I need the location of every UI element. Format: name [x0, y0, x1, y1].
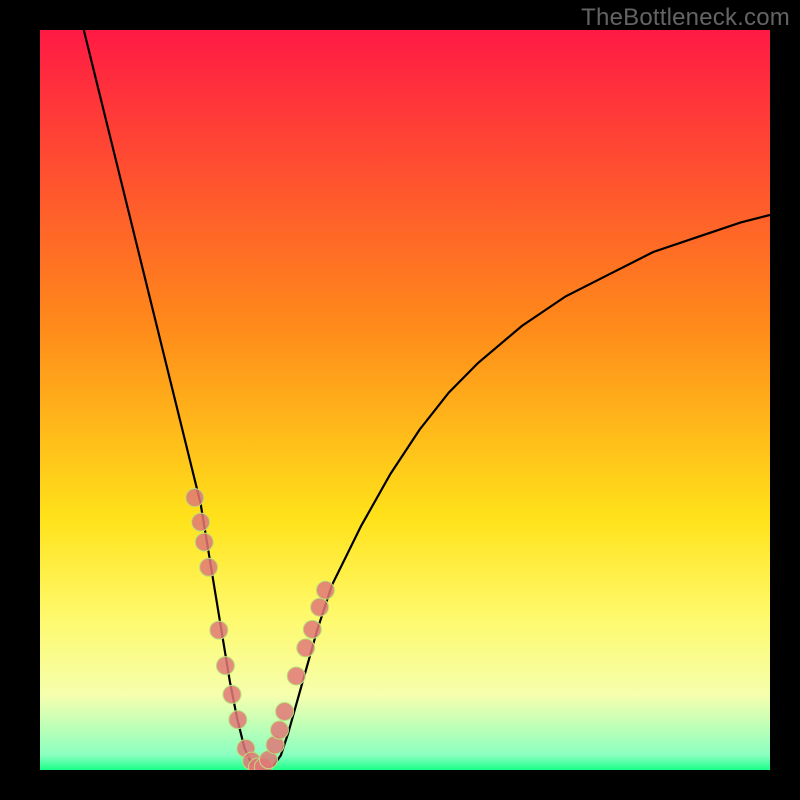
marker-dot [195, 533, 213, 551]
chart-container: { "watermark": "TheBottleneck.com", "col… [0, 0, 800, 800]
marker-dot [186, 489, 204, 507]
marker-dot [276, 703, 294, 721]
marker-dot [216, 657, 234, 675]
plot-area [40, 30, 770, 770]
marker-dot [210, 621, 228, 639]
marker-dot [316, 581, 334, 599]
marker-dot [200, 558, 218, 576]
marker-dot [223, 686, 241, 704]
marker-dot [297, 639, 315, 657]
marker-dot [229, 711, 247, 729]
marker-dot [311, 598, 329, 616]
marker-dot [287, 667, 305, 685]
marker-dot [270, 721, 288, 739]
chart-svg [0, 0, 800, 800]
marker-dot [192, 513, 210, 531]
watermark-text: TheBottleneck.com [581, 4, 790, 32]
marker-dot [303, 620, 321, 638]
